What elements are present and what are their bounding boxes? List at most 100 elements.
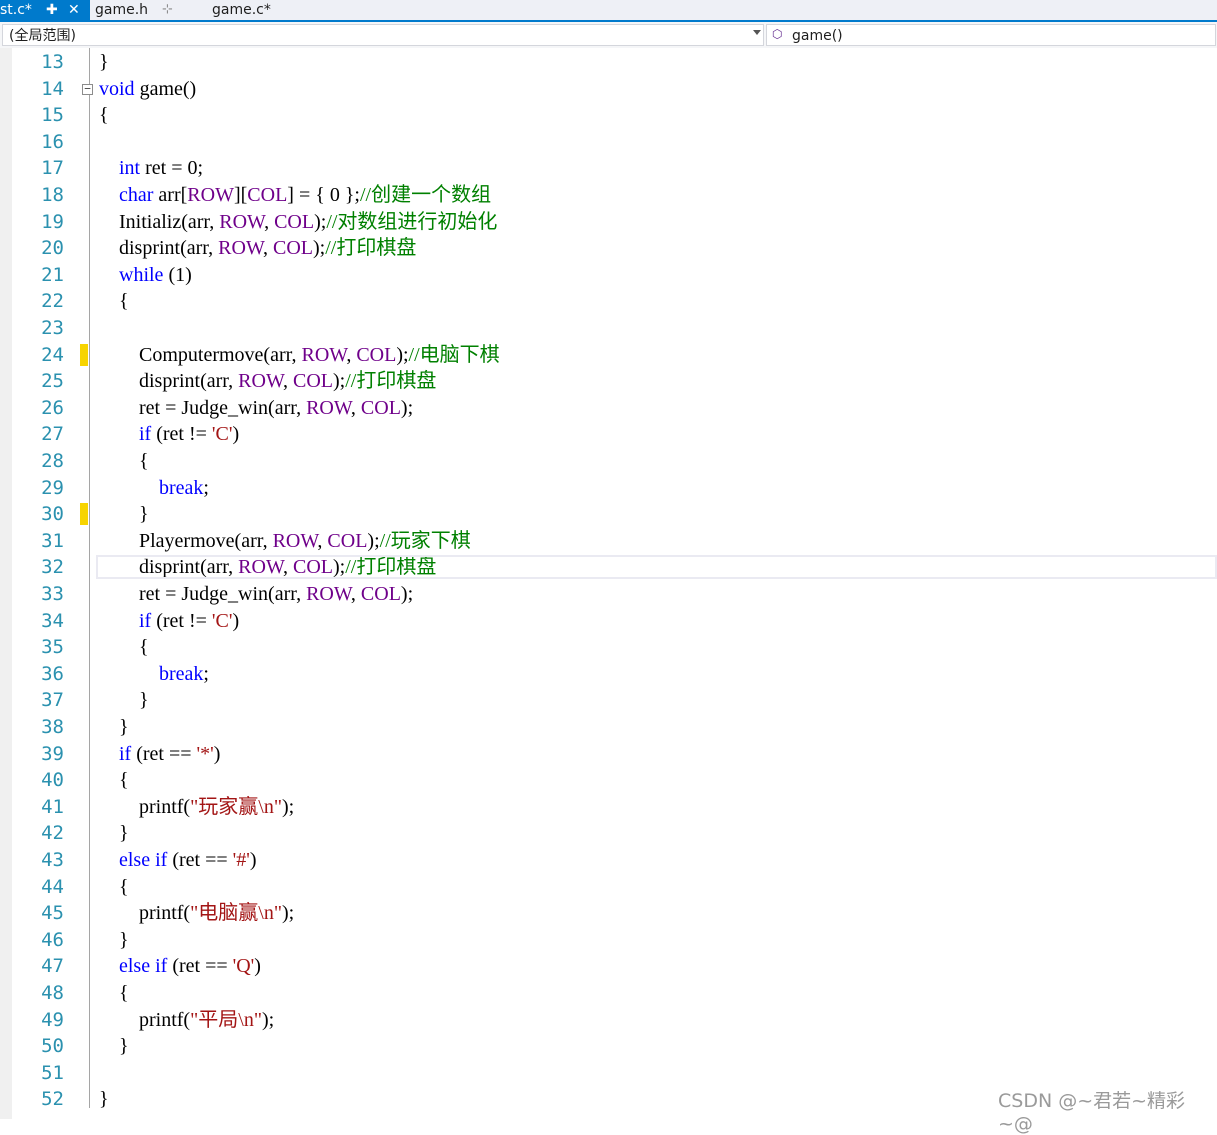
code-line[interactable]: {: [99, 102, 109, 129]
line-number-gutter: 13 14 15 16 17 18 19 20 21 22 23 24 25 26 27 28 29 30 31 32…: [12, 48, 90, 1119]
code-token: ROW: [187, 184, 234, 206]
code-token: ROW: [238, 370, 283, 393]
change-indicator: [80, 343, 88, 366]
code-line[interactable]: while (1): [99, 262, 192, 289]
code-line[interactable]: disprint(arr, ROW, COL);//打印棋盘: [99, 235, 416, 262]
code-line[interactable]: Computermove(arr, ROW, COL);//电脑下棋: [99, 342, 500, 369]
line-number: 36: [41, 662, 64, 685]
code-token: ROW: [219, 210, 265, 233]
code-line[interactable]: printf("玩家赢\n");: [99, 794, 294, 821]
code-token: ,: [350, 583, 361, 605]
code-line[interactable]: if (ret != 'C'): [99, 608, 239, 635]
code-line[interactable]: int ret = 0;: [99, 155, 203, 182]
tab-game-c[interactable]: game.c*: [208, 0, 318, 20]
code-line[interactable]: }: [99, 714, 129, 741]
code-token: );: [314, 210, 327, 233]
code-token: );: [333, 370, 346, 393]
code-token: disprint(arr,: [99, 370, 239, 393]
code-line[interactable]: break;: [99, 475, 209, 502]
collapse-icon[interactable]: −: [82, 83, 93, 95]
code-line[interactable]: Playermove(arr, ROW, COL);//玩家下棋: [99, 528, 471, 555]
code-token: {: [99, 636, 149, 659]
line-number: 39: [41, 742, 64, 765]
code-line[interactable]: else if (ret == '#'): [99, 847, 257, 874]
code-line[interactable]: if (ret == '*'): [99, 741, 220, 768]
tab-game-h[interactable]: game.h ⊹: [92, 0, 202, 20]
line-number: 37: [41, 689, 64, 712]
code-token: //创建一个数组: [359, 184, 492, 206]
code-token: ROW: [218, 237, 263, 260]
code-token: COL: [360, 396, 401, 419]
line-number: 45: [41, 902, 64, 925]
code-line[interactable]: }: [99, 1086, 109, 1113]
code-line[interactable]: disprint(arr, ROW, COL);//打印棋盘: [99, 368, 436, 395]
line-number: 34: [41, 609, 64, 632]
code-line[interactable]: }: [99, 49, 109, 76]
code-token: //电脑下棋: [408, 343, 500, 366]
code-line[interactable]: char arr[ROW][COL] = { 0 };//创建一个数组: [99, 182, 491, 209]
line-number: 29: [41, 476, 64, 499]
navigation-bar: (全局范围) ⬡ game(): [0, 22, 1217, 49]
pin-icon[interactable]: ✚: [46, 0, 58, 20]
code-token: ROW: [306, 396, 351, 419]
code-line[interactable]: ret = Judge_win(arr, ROW, COL);: [99, 395, 413, 422]
code-line[interactable]: void game(): [99, 76, 196, 103]
code-line[interactable]: {: [99, 980, 129, 1007]
code-token: arr[: [153, 184, 188, 206]
code-token: }: [99, 503, 149, 526]
code-line[interactable]: if (ret != 'C'): [99, 421, 239, 448]
code-editor[interactable]: 13 14 15 16 17 18 19 20 21 22 23 24 25 26 27 28 29 30 31 32…: [0, 48, 1217, 1119]
current-line-highlight: [96, 555, 1217, 580]
function-label: game(): [792, 28, 843, 44]
chevron-down-icon[interactable]: [753, 30, 761, 35]
code-token: ret = 0;: [140, 157, 204, 180]
code-line[interactable]: {: [99, 288, 129, 315]
code-token: );: [313, 237, 326, 260]
code-token: printf(: [99, 1008, 191, 1031]
close-icon[interactable]: ✕: [68, 0, 80, 20]
code-token: ,: [263, 237, 273, 260]
code-token: ] = { 0 };: [287, 184, 360, 206]
code-token: "电脑赢\n": [190, 902, 282, 925]
scope-dropdown[interactable]: (全局范围): [2, 24, 764, 46]
code-line[interactable]: }: [99, 501, 149, 528]
line-number: 16: [41, 130, 64, 153]
pin-icon[interactable]: ⊹: [162, 0, 173, 20]
margin-strip: [0, 48, 12, 1119]
code-token: ,: [283, 370, 293, 393]
code-token: {: [99, 290, 129, 313]
line-number: 14: [41, 77, 64, 100]
code-token: else: [119, 955, 151, 978]
line-number: 51: [41, 1061, 64, 1084]
editor-tab-bar: st.c* ✚ ✕ game.h ⊹ game.c*: [0, 0, 1217, 22]
code-line[interactable]: {: [99, 767, 129, 794]
tab-st-c[interactable]: st.c* ✚ ✕: [0, 0, 90, 20]
code-line[interactable]: printf("平局\n");: [99, 1007, 274, 1034]
code-token: char: [119, 184, 154, 206]
scope-label: (全局范围): [9, 28, 76, 44]
code-token: ,: [317, 529, 328, 552]
code-line[interactable]: {: [99, 634, 149, 661]
code-line[interactable]: printf("电脑赢\n");: [99, 900, 294, 927]
watermark: CSDN @~君若~精彩~@: [998, 1090, 1186, 1135]
code-line[interactable]: }: [99, 820, 129, 847]
code-line[interactable]: ret = Judge_win(arr, ROW, COL);: [99, 581, 413, 608]
code-line[interactable]: else if (ret == 'Q'): [99, 953, 261, 980]
code-token: if: [155, 955, 168, 978]
code-token: if: [139, 609, 152, 632]
code-line[interactable]: }: [99, 1033, 129, 1060]
code-line[interactable]: Initializ(arr, ROW, COL);//对数组进行初始化: [99, 209, 497, 236]
code-line[interactable]: }: [99, 687, 149, 714]
code-token: int: [119, 157, 141, 180]
code-line[interactable]: break;: [99, 661, 209, 688]
code-line[interactable]: {: [99, 448, 149, 475]
function-dropdown[interactable]: ⬡ game(): [766, 24, 1216, 46]
line-number: 38: [41, 716, 64, 738]
code-token: //打印棋盘: [325, 237, 417, 260]
code-line[interactable]: }: [99, 927, 129, 954]
code-line[interactable]: {: [99, 874, 129, 901]
code-token: "玩家赢\n": [190, 795, 282, 818]
